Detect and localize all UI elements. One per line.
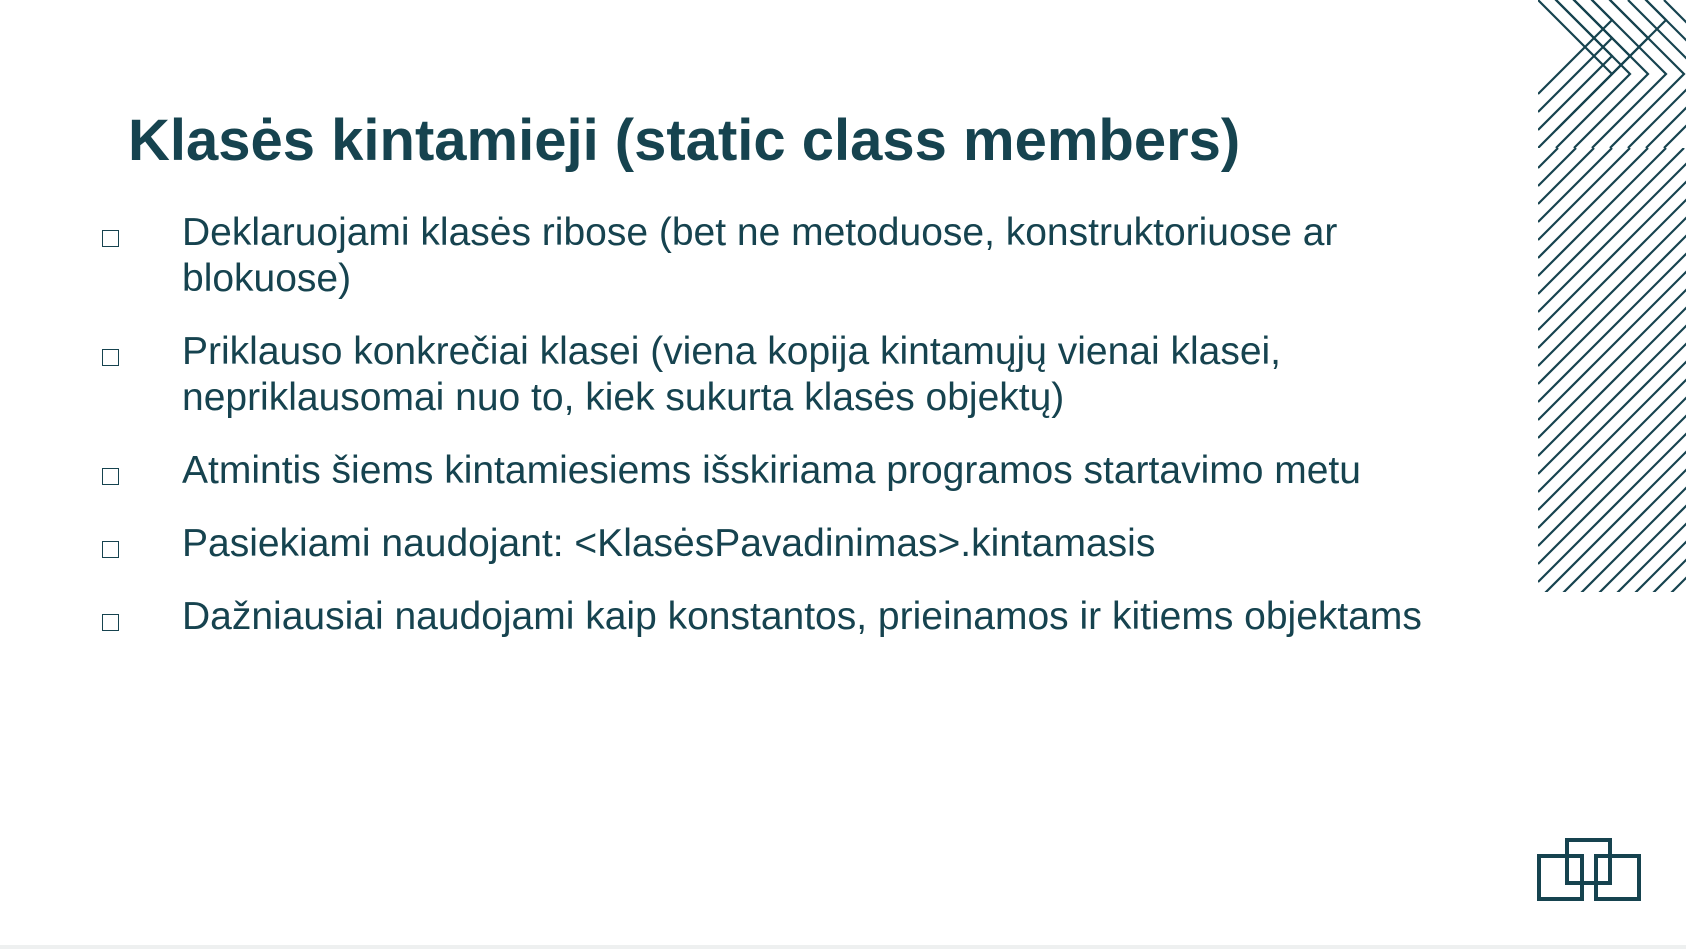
bullet-item: Deklaruojami klasės ribose (bet ne metod…	[100, 210, 1460, 302]
bullet-list: Deklaruojami klasės ribose (bet ne metod…	[100, 210, 1460, 640]
square-outline-icon	[102, 230, 119, 247]
bullet-item: Pasiekiami naudojant: <KlasėsPavadinimas…	[100, 521, 1460, 567]
bullet-text: Priklauso konkrečiai klasei (viena kopij…	[182, 330, 1282, 419]
bottom-strip	[0, 945, 1686, 949]
slide: Klasės kintamieji (static class members)…	[0, 0, 1686, 945]
square-outline-icon	[102, 614, 119, 631]
bullet-item: Dažniausiai naudojami kaip konstantos, p…	[100, 594, 1460, 640]
overlapping-squares-logo-icon	[1537, 838, 1641, 901]
bullet-item: Priklauso konkrečiai klasei (viena kopij…	[100, 329, 1460, 421]
bullet-text: Dažniausiai naudojami kaip konstantos, p…	[182, 595, 1422, 638]
bullet-text: Atmintis šiems kintamiesiems išskiriama …	[182, 449, 1361, 492]
slide-title: Klasės kintamieji (static class members)	[128, 108, 1241, 173]
square-outline-icon	[102, 468, 119, 485]
diagonal-lines-pattern-icon	[1538, 0, 1686, 592]
square-outline-icon	[102, 541, 119, 558]
bullet-item: Atmintis šiems kintamiesiems išskiriama …	[100, 448, 1460, 494]
bullet-text: Pasiekiami naudojant: <KlasėsPavadinimas…	[182, 522, 1156, 565]
bullet-text: Deklaruojami klasės ribose (bet ne metod…	[182, 211, 1338, 300]
square-outline-icon	[102, 349, 119, 366]
